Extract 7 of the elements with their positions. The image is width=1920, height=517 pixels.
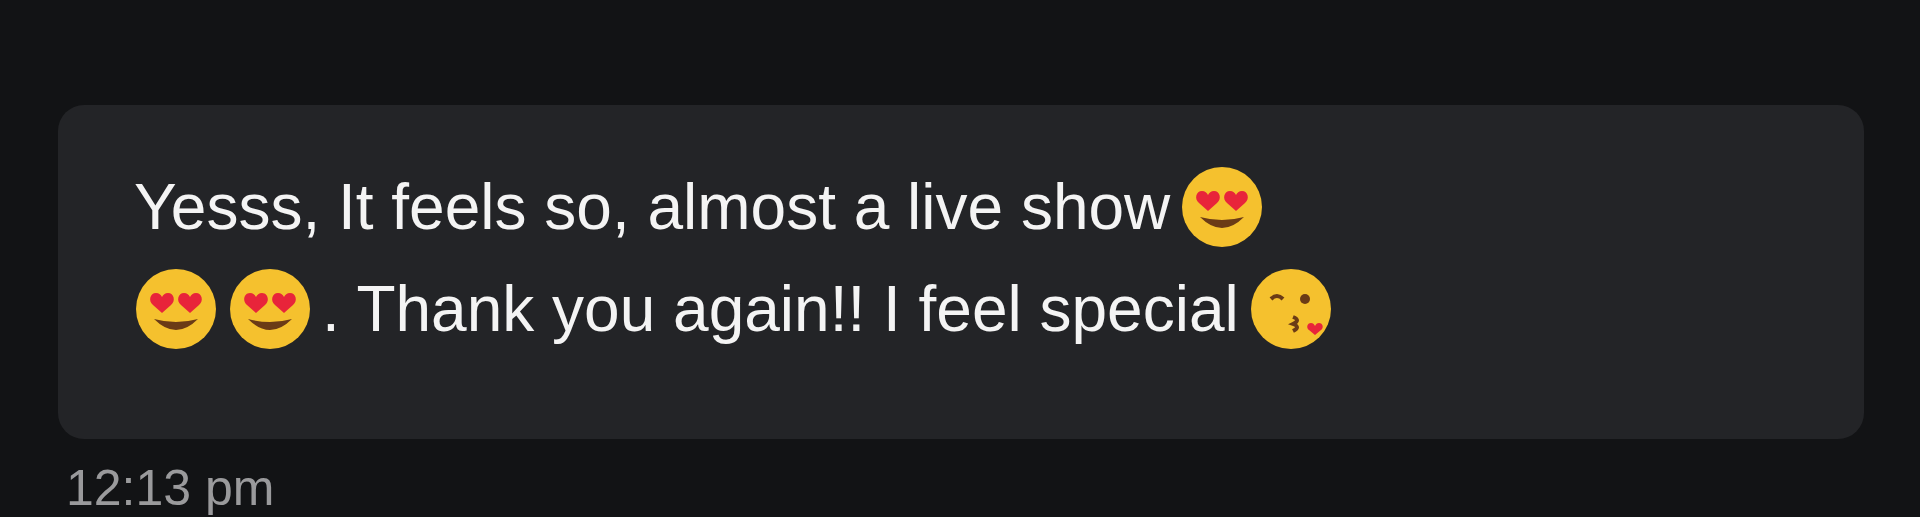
message-text: Yesss, It feels so, almost a live show (134, 170, 1171, 244)
message-text: . Thank you again!! I feel special (322, 272, 1239, 346)
kissing-emoji-icon (1248, 267, 1333, 351)
heart-eyes-emoji-icon (228, 267, 312, 351)
heart-eyes-emoji-icon (134, 267, 218, 351)
heart-eyes-emoji-icon (1180, 165, 1265, 249)
message-time: 12:13 pm (66, 459, 275, 517)
